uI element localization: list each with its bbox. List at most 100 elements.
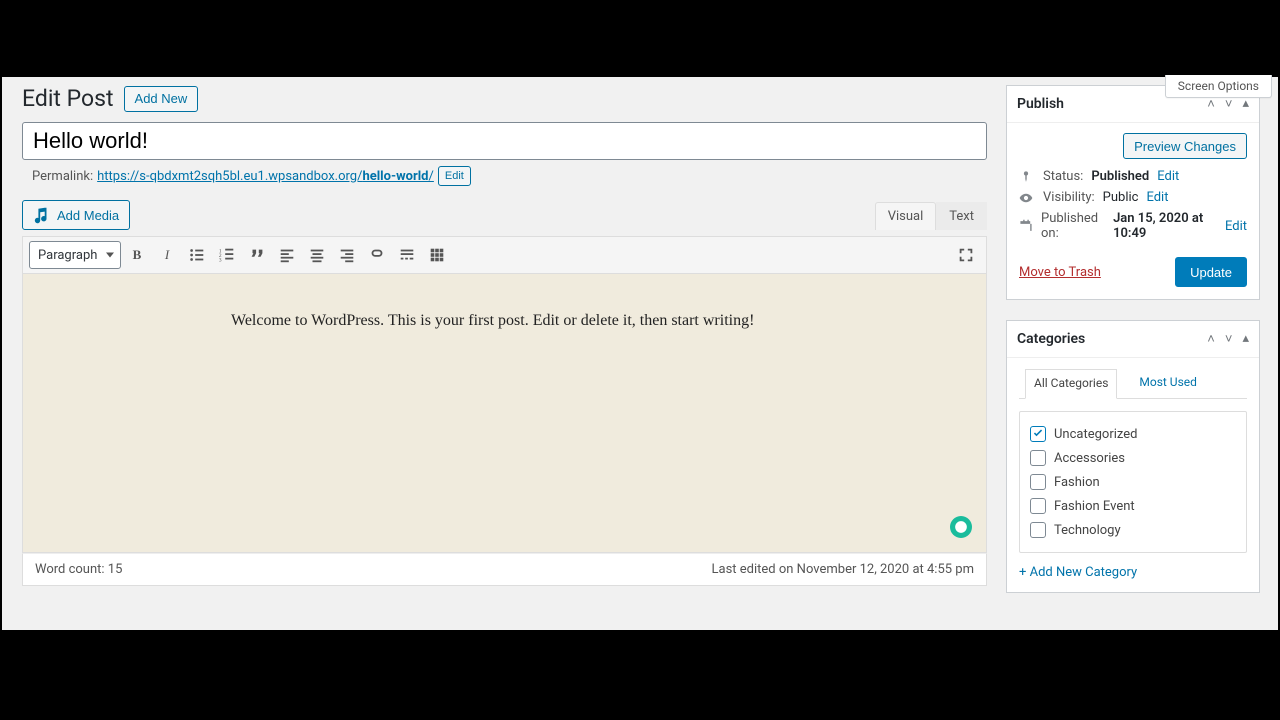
last-edited: Last edited on November 12, 2020 at 4:55…	[712, 562, 974, 577]
grammarly-icon[interactable]	[950, 516, 972, 538]
category-item[interactable]: Fashion Event	[1030, 494, 1236, 518]
sidebar: Publish ˄ ˅ ▴ Preview Changes Status: Pu…	[998, 77, 1278, 630]
insert-more-button[interactable]	[393, 241, 421, 269]
main-column: Screen Options Edit Post Add New Permali…	[2, 77, 998, 630]
word-count: Word count: 15	[35, 562, 122, 577]
category-label: Accessories	[1054, 451, 1125, 466]
italic-button[interactable]: I	[153, 241, 181, 269]
screen-options-button[interactable]: Screen Options	[1165, 75, 1272, 98]
calendar-icon	[1019, 219, 1033, 233]
category-item[interactable]: Fashion	[1030, 470, 1236, 494]
insert-link-button[interactable]	[363, 241, 391, 269]
category-label: Fashion Event	[1054, 499, 1135, 514]
categories-panel-header: Categories ˄ ˅ ▴	[1007, 321, 1259, 358]
editor-toolbar: Paragraph B I 123	[22, 236, 987, 273]
categories-panel: Categories ˄ ˅ ▴ All Categories Most Use…	[1006, 320, 1260, 593]
move-to-trash-link[interactable]: Move to Trash	[1019, 265, 1101, 280]
visibility-row: Visibility: Public Edit	[1019, 190, 1247, 205]
bold-button[interactable]: B	[123, 241, 151, 269]
tab-most-used[interactable]: Most Used	[1131, 369, 1205, 399]
content-paragraph: Welcome to WordPress. This is your first…	[231, 308, 778, 334]
category-label: Uncategorized	[1054, 427, 1137, 442]
category-item[interactable]: Uncategorized	[1030, 422, 1236, 446]
page-title: Edit Post	[22, 85, 114, 112]
published-edit-link[interactable]: Edit	[1225, 219, 1247, 234]
category-tabs: All Categories Most Used	[1019, 368, 1247, 399]
panel-controls: ˄ ˅ ▴	[1207, 331, 1249, 347]
add-new-button[interactable]: Add New	[124, 86, 199, 112]
checkbox[interactable]	[1030, 450, 1046, 466]
app-container: Screen Options Edit Post Add New Permali…	[2, 77, 1278, 630]
editor-wrap: Add Media Visual Text Paragraph B I	[22, 200, 987, 586]
tab-text[interactable]: Text	[936, 202, 987, 230]
publish-footer: Move to Trash Update	[1019, 257, 1247, 287]
panel-down-icon[interactable]: ˅	[1225, 96, 1233, 112]
published-value: Jan 15, 2020 at 10:49	[1113, 211, 1217, 241]
categories-panel-title: Categories	[1017, 331, 1085, 347]
paragraph-format-select[interactable]: Paragraph	[29, 241, 121, 269]
permalink-link[interactable]: https://s-qbdxmt2sqh5bl.eu1.wpsandbox.or…	[97, 169, 434, 184]
preview-changes-button[interactable]: Preview Changes	[1123, 133, 1247, 159]
publish-panel-title: Publish	[1017, 96, 1064, 112]
bulleted-list-button[interactable]	[183, 241, 211, 269]
panel-controls: ˄ ˅ ▴	[1207, 96, 1249, 112]
category-item[interactable]: Accessories	[1030, 446, 1236, 470]
panel-up-icon[interactable]: ˄	[1207, 96, 1215, 112]
word-count-value: 15	[108, 562, 123, 577]
tab-visual[interactable]: Visual	[875, 202, 937, 230]
fullscreen-button[interactable]	[952, 241, 980, 269]
add-media-label: Add Media	[57, 208, 119, 223]
pin-icon	[1019, 170, 1035, 184]
status-label: Status:	[1043, 169, 1083, 184]
post-title-input[interactable]	[22, 122, 987, 160]
category-list[interactable]: Uncategorized Accessories Fashion Fashio…	[1019, 411, 1247, 553]
editor-status-bar: Word count: 15 Last edited on November 1…	[22, 553, 987, 586]
chevron-down-icon	[106, 253, 114, 258]
checkbox[interactable]	[1030, 522, 1046, 538]
permalink-trail: /	[429, 169, 434, 184]
align-right-button[interactable]	[333, 241, 361, 269]
align-center-button[interactable]	[303, 241, 331, 269]
published-row: Published on: Jan 15, 2020 at 10:49 Edit	[1019, 211, 1247, 241]
align-left-button[interactable]	[273, 241, 301, 269]
preview-row: Preview Changes	[1019, 133, 1247, 159]
svg-text:3: 3	[219, 257, 222, 263]
categories-panel-body: All Categories Most Used Uncategorized A…	[1007, 358, 1259, 592]
visibility-value: Public	[1103, 190, 1139, 205]
permalink-edit-button[interactable]: Edit	[438, 166, 471, 186]
panel-up-icon[interactable]: ˄	[1207, 331, 1215, 347]
permalink-base: https://s-qbdxmt2sqh5bl.eu1.wpsandbox.or…	[97, 169, 362, 184]
status-edit-link[interactable]: Edit	[1157, 169, 1179, 184]
visibility-label: Visibility:	[1043, 190, 1095, 205]
published-label: Published on:	[1041, 211, 1105, 241]
eye-icon	[1019, 191, 1035, 205]
toolbar-toggle-button[interactable]	[423, 241, 451, 269]
panel-toggle-icon[interactable]: ▴	[1242, 331, 1249, 347]
publish-panel: Publish ˄ ˅ ▴ Preview Changes Status: Pu…	[1006, 85, 1260, 300]
permalink-label: Permalink:	[32, 169, 93, 184]
status-row: Status: Published Edit	[1019, 169, 1247, 184]
visibility-edit-link[interactable]: Edit	[1146, 190, 1168, 205]
media-icon	[33, 206, 51, 224]
update-button[interactable]: Update	[1175, 257, 1247, 287]
tab-all-categories[interactable]: All Categories	[1025, 369, 1117, 399]
checkbox[interactable]	[1030, 426, 1046, 442]
add-new-category-link[interactable]: + Add New Category	[1019, 565, 1137, 580]
category-label: Fashion	[1054, 475, 1100, 490]
status-value: Published	[1091, 169, 1149, 184]
add-media-button[interactable]: Add Media	[22, 200, 130, 230]
permalink-row: Permalink: https://s-qbdxmt2sqh5bl.eu1.w…	[32, 166, 978, 186]
category-label: Technology	[1054, 523, 1121, 538]
permalink-slug: hello-world	[362, 169, 428, 184]
numbered-list-button[interactable]: 123	[213, 241, 241, 269]
blockquote-button[interactable]	[243, 241, 271, 269]
editor-tabs: Visual Text	[875, 202, 987, 230]
word-count-label: Word count:	[35, 562, 108, 577]
panel-toggle-icon[interactable]: ▴	[1242, 96, 1249, 112]
content-editor[interactable]: Welcome to WordPress. This is your first…	[22, 273, 987, 553]
paragraph-format-value: Paragraph	[38, 248, 97, 263]
category-item[interactable]: Technology	[1030, 518, 1236, 542]
checkbox[interactable]	[1030, 498, 1046, 514]
panel-down-icon[interactable]: ˅	[1225, 331, 1233, 347]
checkbox[interactable]	[1030, 474, 1046, 490]
